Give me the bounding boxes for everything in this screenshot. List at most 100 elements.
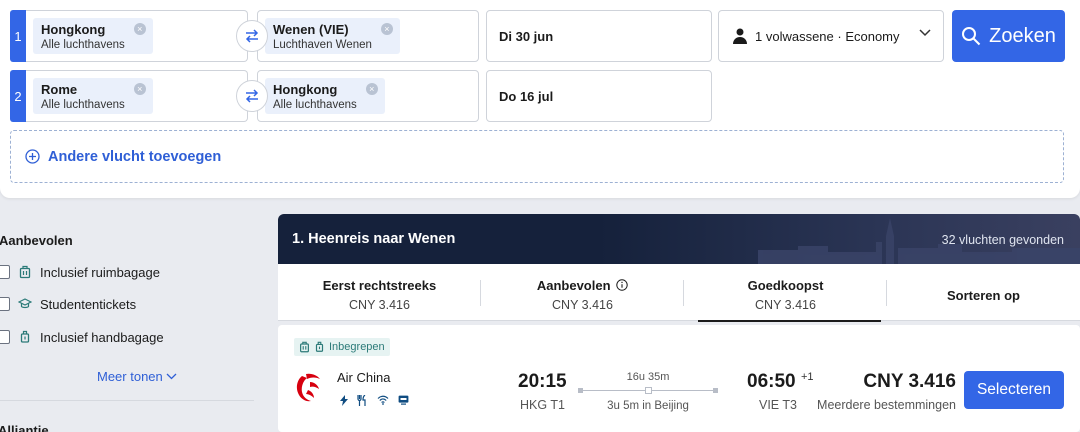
results-title: 1. Heenreis naar Wenen	[292, 231, 456, 247]
luggage-icon	[300, 341, 309, 353]
search-icon	[962, 27, 981, 46]
arrival-airport: VIE T3	[759, 398, 797, 412]
swap-arrows-icon	[245, 89, 259, 103]
arrival-day-offset: +1	[801, 371, 814, 383]
leg-number-1: 1	[10, 10, 26, 62]
clear-icon[interactable]: ×	[133, 23, 146, 35]
destination-field-leg-2[interactable]: Hongkong Alle luchthavens ×	[257, 70, 479, 122]
departure-time: 20:15	[518, 371, 567, 392]
carry-on-icon	[20, 330, 30, 343]
active-tab-indicator	[698, 320, 881, 322]
filters-section-title: Aanbevolen	[0, 233, 73, 248]
person-icon	[733, 28, 747, 44]
route-info: 16u 35m 3u 5m in Beijing	[578, 371, 718, 412]
route-stop-dot	[645, 387, 652, 394]
add-flight-label: Andere vlucht toevoegen	[48, 148, 222, 165]
graduation-cap-icon	[18, 298, 32, 309]
tab-label: Sorteren op	[947, 288, 1020, 303]
destination-city: Hongkong	[273, 82, 338, 97]
origin-sub: Alle luchthavens	[41, 99, 125, 111]
screen-icon	[398, 395, 409, 405]
sort-bar: Eerst rechtstreeks CNY 3.416 Aanbevolen …	[278, 264, 1080, 322]
search-button-label: Zoeken	[989, 24, 1056, 47]
leg-number-2: 2	[10, 70, 26, 122]
filter-label: Inclusief ruimbagage	[40, 264, 160, 280]
origin-field-leg-1[interactable]: Hongkong Alle luchthavens ×	[26, 10, 248, 62]
departure-airport: HKG T1	[520, 398, 565, 412]
show-more-label: Meer tonen	[97, 369, 163, 384]
route-end-dot	[713, 388, 718, 393]
filter-carry-on[interactable]: Inclusief handbagage	[0, 327, 164, 347]
meal-icon	[357, 395, 366, 406]
search-button[interactable]: Zoeken	[952, 10, 1065, 62]
swap-arrows-icon	[245, 29, 259, 43]
date-field-leg-1[interactable]: Di 30 jun	[486, 10, 712, 62]
search-panel: 1 Hongkong Alle luchthavens × Wenen (VIE…	[0, 0, 1080, 198]
tab-price: CNY 3.416	[552, 298, 613, 312]
price-note: Meerdere bestemmingen	[817, 398, 956, 412]
destination-city: Wenen (VIE)	[273, 22, 349, 37]
filter-label: Inclusief handbagage	[40, 329, 164, 345]
tab-price: CNY 3.416	[349, 298, 410, 312]
origin-field-leg-2[interactable]: Rome Alle luchthavens ×	[26, 70, 248, 122]
passengers-select[interactable]: 1 volwassene · Economy	[718, 10, 944, 62]
baggage-included-badge: Inbegrepen	[294, 338, 390, 356]
select-button[interactable]: Selecteren	[964, 371, 1064, 409]
checkbox[interactable]	[0, 265, 10, 279]
destination-chip: Wenen (VIE) Luchthaven Wenen ×	[265, 18, 400, 54]
filter-checked-baggage[interactable]: Inclusief ruimbagage	[0, 262, 160, 282]
destination-sub: Alle luchthavens	[273, 99, 357, 111]
flight-card[interactable]: Inbegrepen Air China 20:15 HKG T1 16u 35…	[278, 325, 1080, 432]
checkbox[interactable]	[0, 330, 10, 344]
add-flight-button[interactable]: Andere vlucht toevoegen	[10, 130, 1064, 183]
tab-cheapest[interactable]: Goedkoopst CNY 3.416	[684, 264, 887, 322]
luggage-icon	[19, 265, 31, 279]
route-line	[578, 386, 718, 396]
swap-button-leg-2[interactable]	[236, 80, 268, 112]
origin-city: Rome	[41, 82, 78, 97]
filter-student-tickets[interactable]: Studententickets	[0, 294, 136, 314]
carry-on-icon	[315, 341, 324, 352]
chevron-down-icon	[166, 373, 177, 380]
filters-divider	[0, 400, 254, 401]
lightning-icon	[340, 395, 348, 406]
clear-icon[interactable]: ×	[365, 83, 378, 95]
destination-field-leg-1[interactable]: Wenen (VIE) Luchthaven Wenen ×	[257, 10, 479, 62]
origin-sub: Alle luchthavens	[41, 39, 125, 51]
tab-direct-first[interactable]: Eerst rechtstreeks CNY 3.416	[278, 264, 481, 321]
flight-price: CNY 3.416	[863, 371, 956, 392]
stop-info: 3u 5m in Beijing	[607, 400, 689, 412]
airline-name: Air China	[337, 370, 391, 385]
destination-chip: Hongkong Alle luchthavens ×	[265, 78, 385, 114]
tab-label-text: Aanbevolen	[536, 278, 611, 293]
route-start-dot	[578, 388, 583, 393]
tab-label: Aanbevolen	[481, 278, 684, 293]
clear-icon[interactable]: ×	[133, 83, 146, 95]
alliance-section-title: Alliantie	[0, 423, 49, 432]
tab-sort-by[interactable]: Sorteren op	[887, 264, 1080, 321]
badge-label: Inbegrepen	[329, 341, 385, 353]
origin-city: Hongkong	[41, 22, 106, 37]
flight-duration: 16u 35m	[626, 371, 670, 383]
tab-recommended[interactable]: Aanbevolen CNY 3.416	[481, 264, 684, 321]
clear-icon[interactable]: ×	[380, 23, 393, 35]
plus-circle-icon	[25, 149, 40, 164]
destination-sub: Luchthaven Wenen	[273, 39, 372, 51]
passengers-label: 1 volwassene · Economy	[755, 28, 900, 44]
filter-label: Studententickets	[40, 296, 137, 312]
air-china-logo-icon	[296, 373, 320, 402]
arrival-time: 06:50	[747, 371, 796, 392]
date-field-leg-2[interactable]: Do 16 jul	[486, 70, 712, 122]
origin-chip: Hongkong Alle luchthavens ×	[33, 18, 153, 54]
swap-button-leg-1[interactable]	[236, 20, 268, 52]
results-header: 1. Heenreis naar Wenen 32 vluchten gevon…	[278, 214, 1080, 264]
tab-label: Eerst rechtstreeks	[322, 278, 437, 293]
tab-label: Goedkoopst	[747, 278, 824, 293]
tab-price: CNY 3.416	[755, 298, 816, 312]
info-icon[interactable]	[616, 279, 628, 291]
results-count: 32 vluchten gevonden	[941, 233, 1064, 247]
show-more-link[interactable]: Meer tonen	[97, 369, 177, 384]
amenities	[340, 395, 409, 406]
wifi-icon	[377, 395, 389, 405]
checkbox[interactable]	[0, 297, 10, 311]
